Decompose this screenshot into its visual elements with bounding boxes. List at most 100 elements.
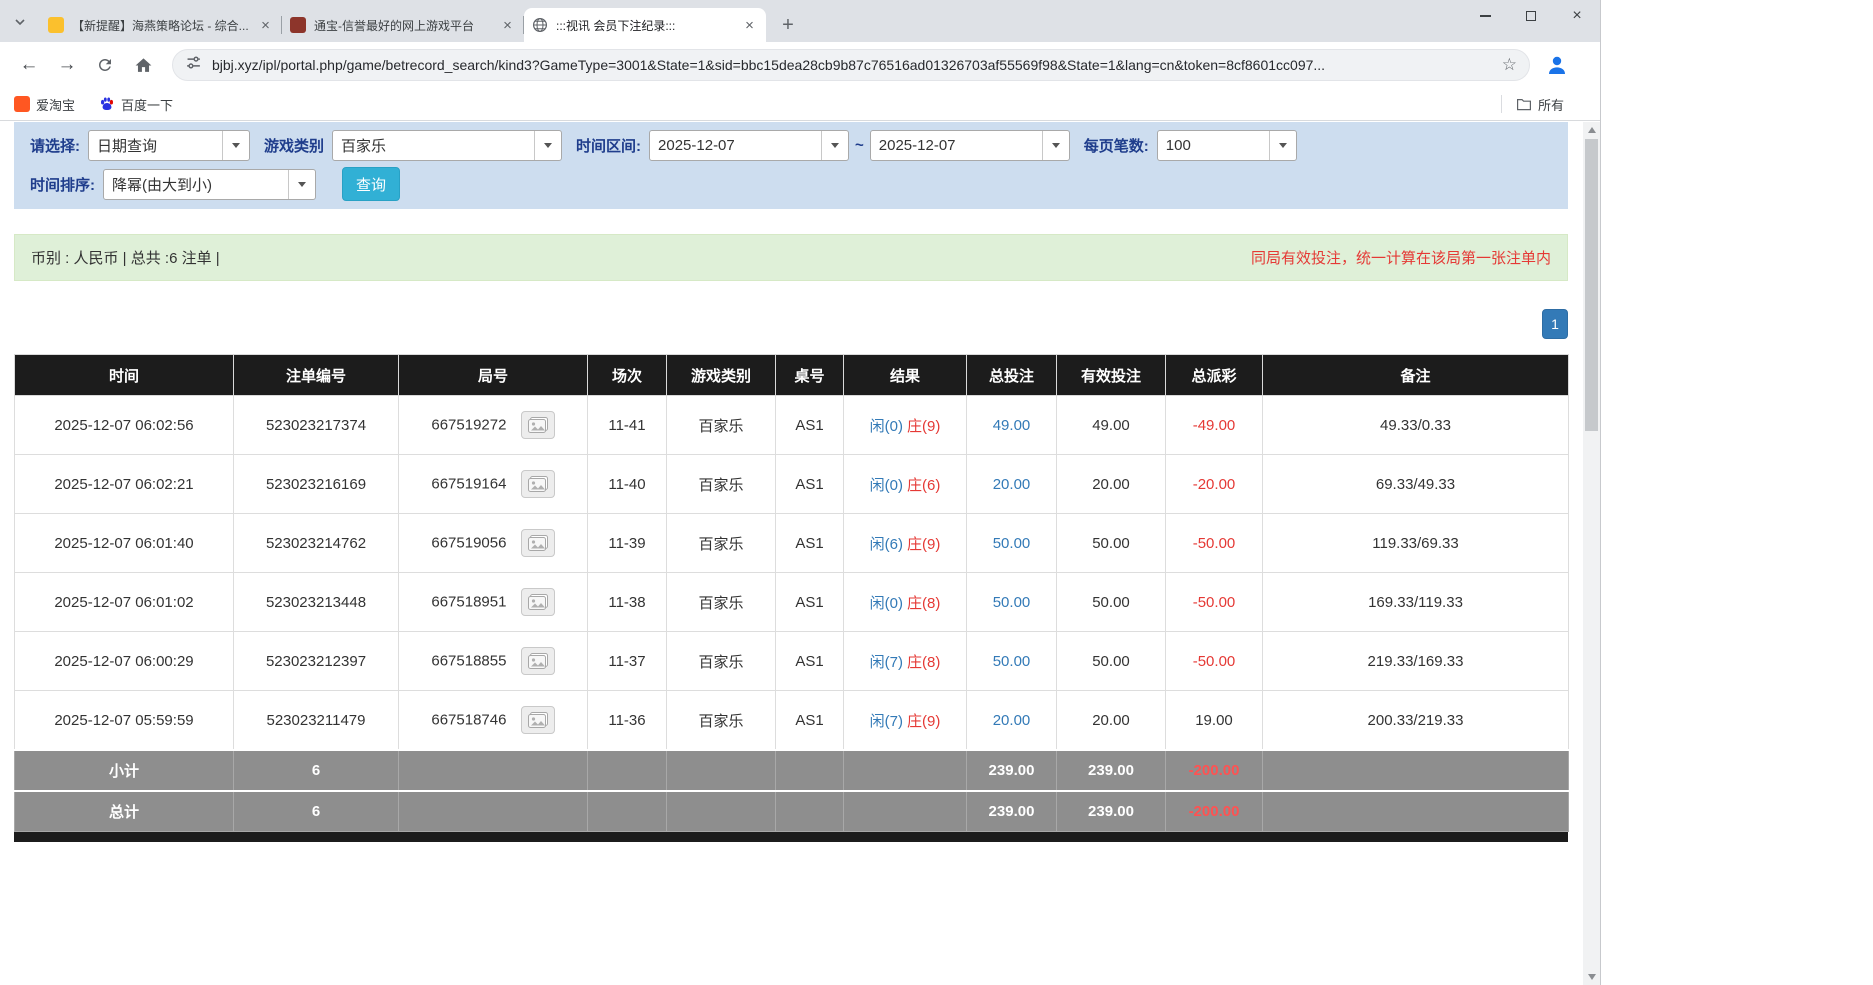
window-maximize-button[interactable] — [1508, 0, 1554, 32]
empty-cell — [776, 750, 844, 791]
date-from-input[interactable]: 2025-12-07 — [649, 130, 849, 161]
cell-payout: -49.00 — [1166, 396, 1263, 455]
table-row: 2025-12-07 06:01:02 523023213448 6675189… — [15, 573, 1569, 632]
tab-search-chevron-icon[interactable] — [10, 12, 30, 32]
window-minimize-button[interactable] — [1462, 0, 1508, 32]
cell-valid-bet: 50.00 — [1057, 514, 1166, 573]
col-session: 场次 — [588, 355, 667, 396]
chevron-down-icon — [1042, 131, 1069, 160]
sort-select[interactable]: 降幂(由大到小) — [103, 169, 316, 200]
total-count: 6 — [234, 791, 399, 832]
url-bar[interactable]: bjbj.xyz/ipl/portal.php/game/betrecord_s… — [172, 49, 1530, 81]
new-tab-button[interactable]: + — [774, 11, 802, 39]
cell-time: 2025-12-07 06:02:56 — [15, 396, 234, 455]
bookmark-baidu[interactable]: 百度一下 — [99, 95, 173, 114]
total-bet-link[interactable]: 49.00 — [993, 417, 1031, 434]
scroll-down-arrow-icon[interactable] — [1583, 969, 1600, 985]
total-row: 总计 6 239.00 239.00 -200.00 — [15, 791, 1569, 832]
tab-close-icon[interactable]: × — [741, 17, 758, 34]
taobao-icon — [14, 96, 30, 112]
window-controls: × — [1462, 0, 1600, 32]
col-payout: 总派彩 — [1166, 355, 1263, 396]
col-bet-id: 注单编号 — [234, 355, 399, 396]
picture-icon — [527, 416, 549, 434]
cell-payout: -20.00 — [1166, 455, 1263, 514]
tab-close-icon[interactable]: × — [499, 17, 516, 34]
cell-session: 11-40 — [588, 455, 667, 514]
round-image-button[interactable] — [521, 588, 555, 616]
total-bet-link[interactable]: 50.00 — [993, 535, 1031, 552]
home-button[interactable] — [129, 51, 157, 79]
cell-result: 闲(0)庄(8) — [844, 573, 967, 632]
sort-group: 时间排序: 降幂(由大到小) — [30, 169, 316, 200]
round-number: 667519056 — [431, 535, 506, 552]
round-image-button[interactable] — [521, 411, 555, 439]
tab-close-icon[interactable]: × — [257, 17, 274, 34]
date-to-input[interactable]: 2025-12-07 — [870, 130, 1070, 161]
back-button[interactable]: ← — [15, 51, 43, 79]
empty-cell — [667, 791, 776, 832]
round-image-button[interactable] — [521, 647, 555, 675]
subtotal-label: 小计 — [15, 750, 234, 791]
cell-round: 667519056 — [399, 514, 588, 573]
reload-button[interactable] — [91, 51, 119, 79]
total-bet-link[interactable]: 20.00 — [993, 712, 1031, 729]
cell-time: 2025-12-07 06:02:21 — [15, 455, 234, 514]
game-type-select[interactable]: 百家乐 — [332, 130, 562, 161]
cell-payout: -50.00 — [1166, 632, 1263, 691]
cell-bet-id: 523023214762 — [234, 514, 399, 573]
profile-avatar[interactable] — [1544, 52, 1570, 78]
scrollbar-thumb[interactable] — [1585, 139, 1598, 431]
browser-tab-active[interactable]: :::视讯 会员下注纪录::: × — [524, 8, 766, 42]
bookmarks-separator — [1501, 95, 1502, 113]
total-bet-link[interactable]: 20.00 — [993, 476, 1031, 493]
col-remark: 备注 — [1263, 355, 1569, 396]
cell-session: 11-36 — [588, 691, 667, 751]
folder-label: 所有 — [1538, 95, 1564, 114]
forward-button[interactable]: → — [53, 51, 81, 79]
cell-result: 闲(6)庄(9) — [844, 514, 967, 573]
browser-tab-2[interactable]: 通宝-信誉最好的网上游戏平台 × — [282, 8, 524, 42]
cell-game-type: 百家乐 — [667, 573, 776, 632]
scroll-up-arrow-icon[interactable] — [1583, 122, 1600, 138]
col-round: 局号 — [399, 355, 588, 396]
page-1-button[interactable]: 1 — [1542, 309, 1568, 339]
query-type-select[interactable]: 日期查询 — [88, 130, 250, 161]
picture-icon — [527, 534, 549, 552]
col-game-type: 游戏类别 — [667, 355, 776, 396]
browser-tab-1[interactable]: 【新提醒】海燕策略论坛 - 综合... × — [40, 8, 282, 42]
cell-remark: 200.33/219.33 — [1263, 691, 1569, 751]
total-bet-link[interactable]: 50.00 — [993, 653, 1031, 670]
picture-icon — [527, 593, 549, 611]
vertical-scrollbar[interactable] — [1583, 122, 1600, 985]
cell-remark: 119.33/69.33 — [1263, 514, 1569, 573]
chevron-down-icon — [222, 131, 249, 160]
currency-summary-text: 币别 : 人民币 | 总共 :6 注单 | — [31, 247, 220, 268]
empty-cell — [1263, 791, 1569, 832]
site-settings-icon[interactable] — [185, 54, 202, 76]
result-player: 闲(6) — [870, 536, 903, 553]
empty-cell — [844, 750, 967, 791]
search-button[interactable]: 查询 — [342, 167, 400, 201]
cell-session: 11-39 — [588, 514, 667, 573]
round-image-button[interactable] — [521, 529, 555, 557]
result-player: 闲(0) — [870, 418, 903, 435]
table-body: 2025-12-07 06:02:56 523023217374 6675192… — [15, 396, 1569, 751]
round-image-button[interactable] — [521, 470, 555, 498]
table-row: 2025-12-07 06:00:29 523023212397 6675188… — [15, 632, 1569, 691]
window-close-button[interactable]: × — [1554, 0, 1600, 32]
cell-round: 667519272 — [399, 396, 588, 455]
query-type-value: 日期查询 — [89, 135, 222, 156]
empty-cell — [588, 750, 667, 791]
bookmark-star-icon[interactable]: ☆ — [1502, 55, 1517, 75]
total-bet-link[interactable]: 50.00 — [993, 594, 1031, 611]
tab-title: 【新提醒】海燕策略论坛 - 综合... — [72, 17, 251, 34]
bookmark-aitaobao[interactable]: 爱淘宝 — [14, 95, 75, 114]
cell-session: 11-41 — [588, 396, 667, 455]
bookmarks-bar: 爱淘宝 百度一下 所有 — [0, 88, 1600, 121]
round-image-button[interactable] — [521, 706, 555, 734]
filter-row-2: 时间排序: 降幂(由大到小) 查询 — [30, 167, 1556, 201]
pagination: 1 — [14, 309, 1568, 339]
per-page-select[interactable]: 100 — [1157, 130, 1297, 161]
all-bookmarks-folder[interactable]: 所有 — [1516, 95, 1586, 114]
